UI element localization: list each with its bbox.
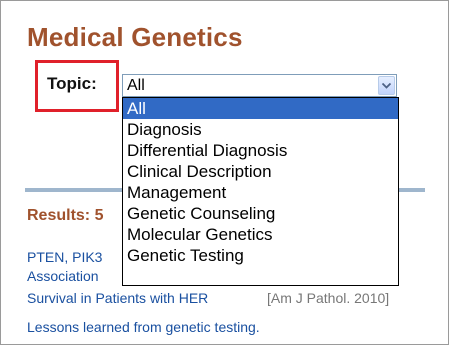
result-2-title[interactable]: Lessons learned from genetic testing. — [27, 319, 260, 335]
page-title: Medical Genetics — [27, 22, 243, 52]
topic-option-diagnosis[interactable]: Diagnosis — [123, 119, 398, 140]
topic-option-genetic-counseling[interactable]: Genetic Counseling — [123, 203, 398, 224]
topic-dropdown-list[interactable]: All Diagnosis Differential Diagnosis Cli… — [122, 97, 399, 286]
topic-select[interactable]: All — [122, 74, 397, 97]
topic-option-genetic-testing[interactable]: Genetic Testing — [123, 245, 398, 266]
topic-option-management[interactable]: Management — [123, 182, 398, 203]
topic-option-molecular-genetics[interactable]: Molecular Genetics — [123, 224, 398, 245]
dropdown-button[interactable] — [378, 76, 395, 95]
topic-option-clinical-description[interactable]: Clinical Description — [123, 161, 398, 182]
topic-select-value: All — [127, 77, 145, 94]
result-1-citation: [Am J Pathol. 2010] — [267, 290, 390, 306]
result-1-title-line-3[interactable]: Survival in Patients with HER — [27, 290, 208, 306]
result-1-title-line-1[interactable]: PTEN, PIK3 — [27, 249, 102, 265]
page-frame: Medical Genetics Topic: All Results: 5 P… — [0, 0, 449, 345]
topic-option-differential-diagnosis[interactable]: Differential Diagnosis — [123, 140, 398, 161]
result-1-title-line-2[interactable]: Association — [27, 268, 99, 284]
chevron-down-icon — [382, 83, 391, 89]
topic-label: Topic: — [47, 74, 97, 93]
topic-option-all[interactable]: All — [123, 98, 398, 119]
results-heading: Results: 5 — [27, 207, 104, 224]
